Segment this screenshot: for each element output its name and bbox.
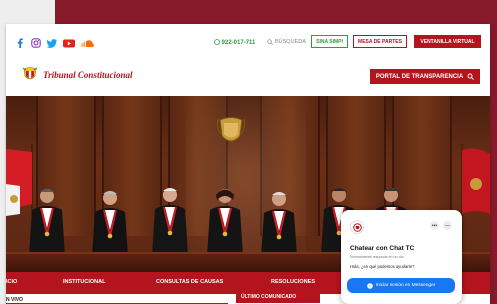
judge-figure xyxy=(29,189,65,256)
judge-figure xyxy=(92,191,128,256)
judge-figure xyxy=(207,189,243,256)
judge-figure xyxy=(152,188,188,256)
messenger-chat-widget: ••• — Chatear con Chat TC Normalmente re… xyxy=(341,210,462,304)
messenger-icon xyxy=(366,282,373,289)
nav-item-resoluciones[interactable]: RESOLUCIONES xyxy=(271,279,315,285)
site-logo[interactable]: Tribunal Constitucional xyxy=(22,66,132,83)
messenger-login-label: Iniciar sesión en Messenger xyxy=(375,283,436,288)
search-link[interactable]: BÚSQUEDA xyxy=(267,39,306,45)
phone-number[interactable]: 922-017-711 xyxy=(214,39,255,46)
search-label: BÚSQUEDA xyxy=(275,39,306,45)
whatsapp-icon xyxy=(214,39,220,45)
instagram-icon[interactable] xyxy=(31,38,41,48)
top-bar: 922-017-711 BÚSQUEDA SINA SIMPI MESA DE … xyxy=(6,24,490,64)
coat-of-arms-icon xyxy=(352,222,362,232)
chat-response-time: Normalmente responde en un día xyxy=(350,255,404,259)
phone-text: 922-017-711 xyxy=(221,40,256,46)
nav-item-inicio[interactable]: ICIO xyxy=(6,279,17,285)
chat-title: Chatear con Chat TC xyxy=(350,245,415,252)
sinapsis-button[interactable]: SINA SIMPI xyxy=(311,35,348,48)
peru-flag-icon xyxy=(461,144,490,254)
ventanilla-virtual-button[interactable]: VENTANILLA VIRTUAL xyxy=(414,35,481,48)
messenger-login-button[interactable]: Iniciar sesión en Messenger xyxy=(347,278,455,293)
latest-statement-header[interactable]: ÚLTIMO COMUNICADO xyxy=(236,291,320,303)
live-section-header: N VIVO xyxy=(6,297,228,304)
social-links xyxy=(15,38,94,48)
soundcloud-icon[interactable] xyxy=(81,38,94,48)
coat-of-arms-icon xyxy=(216,117,246,142)
twitter-icon[interactable] xyxy=(47,38,57,48)
facebook-icon[interactable] xyxy=(15,38,25,48)
youtube-icon[interactable] xyxy=(63,38,75,48)
search-icon xyxy=(267,39,273,45)
more-options-icon[interactable]: ••• xyxy=(430,221,439,230)
nav-item-institucional[interactable]: INSTITUCIONAL xyxy=(63,279,105,285)
transparency-portal-button[interactable]: PORTAL DE TRANSPARENCIA xyxy=(370,69,480,84)
search-icon xyxy=(467,73,475,80)
site-title: Tribunal Constitucional xyxy=(43,69,133,80)
judge-figure xyxy=(261,192,297,256)
coat-of-arms-icon xyxy=(22,67,38,80)
nav-item-consultas-de-causas[interactable]: CONSULTAS DE CAUSAS xyxy=(156,279,223,285)
chat-greeting: Hola, ¿en qué podemos ayudarte? xyxy=(350,264,415,269)
minimize-icon[interactable]: — xyxy=(443,221,452,230)
chat-avatar xyxy=(350,220,364,234)
mesa-de-partes-button[interactable]: MESA DE PARTES xyxy=(353,35,407,48)
transparency-portal-label: PORTAL DE TRANSPARENCIA xyxy=(375,73,464,80)
